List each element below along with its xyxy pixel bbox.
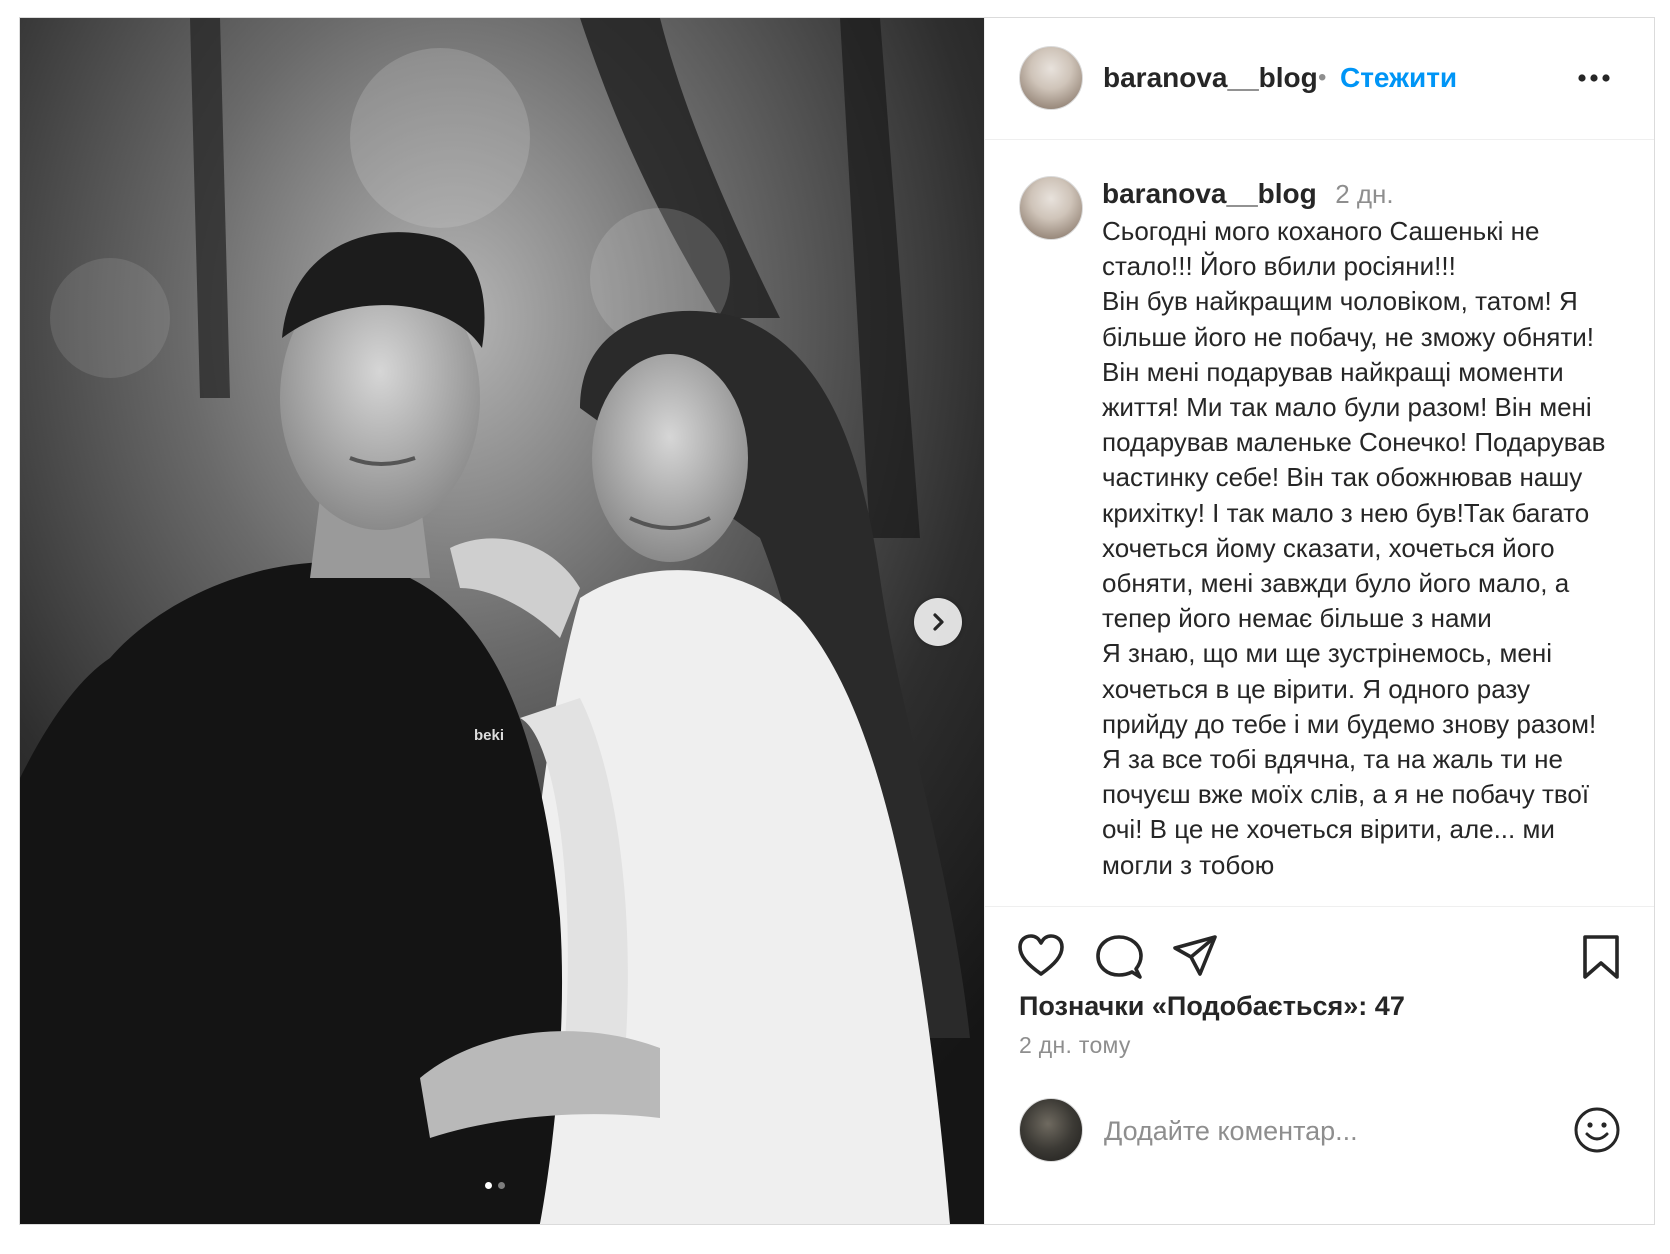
post-actions: Позначки «Подобається»: 47 2 дн. тому [985,906,1654,1224]
comment-button[interactable] [1095,934,1143,985]
caption-username[interactable]: baranova__blog [1102,178,1317,209]
post-time[interactable]: 2 дн. тому [1019,1032,1131,1059]
shirt-logo: beki [474,727,504,744]
post-sidebar: baranova__blog • Стежити baranova__blog … [984,18,1654,1224]
viewer-avatar [1019,1098,1083,1162]
caption-time[interactable]: 2 дн. [1335,179,1393,209]
instagram-post: beki baranova__blog • Стежити baranova__… [19,17,1655,1225]
comment-row [985,1076,1654,1224]
like-button[interactable] [1017,934,1065,983]
bookmark-icon [1583,935,1619,979]
caption-area: baranova__blog 2 дн. Сьогодні мого кохан… [985,140,1654,907]
emoji-icon [1574,1107,1620,1153]
save-button[interactable] [1581,934,1621,985]
heart-icon [1018,934,1064,976]
comment-icon [1096,935,1143,979]
emoji-button[interactable] [1573,1106,1621,1159]
author-avatar[interactable] [1019,46,1083,110]
carousel-dot-active [485,1182,492,1189]
caption-header: baranova__blog 2 дн. [1102,178,1394,210]
share-icon [1173,935,1217,976]
caption-avatar[interactable] [1019,176,1083,240]
carousel-indicator [485,1182,505,1189]
next-photo-button[interactable] [914,598,962,646]
comment-input[interactable] [1102,1106,1546,1156]
likes-count[interactable]: Позначки «Подобається»: 47 [1019,991,1405,1022]
share-button[interactable] [1172,934,1218,983]
post-photo[interactable]: beki [20,18,984,1224]
caption-text: Сьогодні мого коханого Сашенькі не стало… [1102,216,1606,880]
more-options-button[interactable] [1577,70,1611,88]
header-separator: • [1318,64,1327,91]
follow-button[interactable]: Стежити [1340,62,1457,94]
more-icon [1578,74,1610,82]
chevron-right-icon [933,613,944,631]
photo-couple: beki [20,18,984,1224]
carousel-dot [498,1182,505,1189]
post-header: baranova__blog • Стежити [985,18,1654,140]
author-username[interactable]: baranova__blog [1103,62,1318,94]
